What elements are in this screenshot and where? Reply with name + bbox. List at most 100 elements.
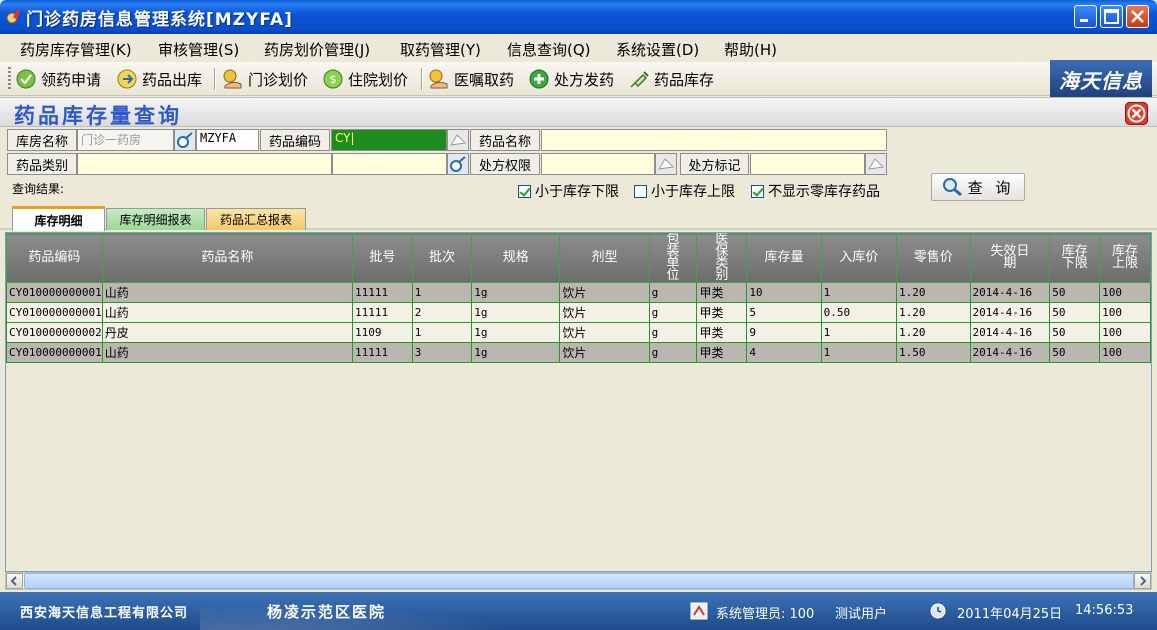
cell-stock-max: 100 — [1099, 282, 1151, 303]
cell-expiry-date: 2014-4-16 — [969, 342, 1051, 363]
checkbox-checked-icon — [751, 184, 764, 198]
menu-stock-management[interactable]: 药房库存管理(K) — [20, 39, 132, 60]
outbound-icon — [117, 69, 137, 89]
title-bar: 门诊药房信息管理系统[MZYFA] — [0, 0, 1157, 34]
hand-coin-icon — [429, 69, 448, 89]
toolbar-inpatient-price-button[interactable]: $ 住院划价 — [322, 66, 408, 92]
col-pack-unit[interactable]: 包装单位 — [648, 233, 698, 283]
col-spec[interactable]: 规格 — [471, 233, 561, 283]
status-bar: 西安海天信息工程有限公司 杨凌示范区医院 系统管理员: 100 测试用户 201… — [0, 592, 1157, 630]
col-batch[interactable]: 批次 — [411, 233, 473, 283]
toolbar: 领药申请 药品出库 门诊划价 $ 住院划价 医嘱取药 处方发药 药品库存 — [0, 62, 1157, 96]
rx-permission-dropdown-icon[interactable] — [655, 153, 677, 175]
tab-stock-detail-report[interactable]: 库存明细报表 — [106, 208, 205, 230]
table-row[interactable]: CY010000000001 山药 11111 1 1g 饮片 g 甲类 10 … — [6, 282, 1151, 303]
col-in-price[interactable]: 入库价 — [820, 233, 898, 283]
cell-insurance-type: 甲类 — [696, 302, 748, 323]
close-button[interactable] — [1126, 5, 1149, 28]
status-time: 14:56:53 — [1075, 603, 1134, 618]
drug-category-code-field[interactable] — [332, 153, 447, 175]
menu-audit[interactable]: 审核管理(S) — [158, 39, 239, 60]
toolbar-inpatient-price-label: 住院划价 — [348, 70, 409, 89]
status-user-name: 测试用户 — [835, 607, 888, 622]
cell-stock-min: 50 — [1049, 322, 1101, 343]
drug-category-lookup-icon[interactable] — [447, 153, 469, 175]
toolbar-outbound-button[interactable]: 药品出库 — [116, 66, 202, 92]
minimize-button[interactable] — [1074, 5, 1097, 28]
table-row[interactable]: CY010000000001 山药 11111 2 1g 饮片 g 甲类 5 0… — [6, 302, 1151, 323]
hide-zero-label: 不显示零库存药品 — [768, 184, 880, 200]
toolbar-order-pickup-button[interactable]: 医嘱取药 — [428, 66, 514, 92]
scroll-right-button[interactable] — [1134, 573, 1151, 589]
company-name: 西安海天信息工程有限公司 — [20, 606, 189, 621]
cell-spec: 1g — [471, 282, 561, 303]
page-header: 药品库存量查询 — [0, 97, 1157, 128]
col-drug-name[interactable]: 药品名称 — [101, 233, 354, 283]
menu-pricing[interactable]: 药房划价管理(J) — [264, 39, 370, 60]
toolbar-separator — [421, 68, 423, 90]
toolbar-stock-button[interactable]: 药品库存 — [628, 66, 714, 92]
toolbar-order-pickup-label: 医嘱取药 — [454, 70, 515, 89]
cell-drug-code: CY010000000001 — [6, 302, 103, 323]
menu-info-query[interactable]: 信息查询(Q) — [507, 39, 591, 60]
rx-mark-dropdown-icon[interactable] — [865, 153, 887, 175]
drug-category-label: 药品类别 — [7, 153, 77, 175]
table-row[interactable]: CY010000000002 丹皮 1109 1 1g 饮片 g 甲类 9 1 … — [6, 322, 1151, 343]
col-dosage-form[interactable]: 剂型 — [559, 233, 650, 283]
checkbox-checked-icon — [518, 184, 531, 198]
cell-batch-no: 11111 — [352, 302, 413, 323]
stock-table[interactable]: 药品编码 药品名称 批号 批次 规格 剂型 包装单位 医保类别 库存量 入库价 … — [5, 232, 1152, 572]
checkbox-unchecked-icon — [634, 184, 647, 198]
cell-pack-unit: g — [648, 282, 698, 303]
cell-stock-qty: 9 — [746, 322, 822, 343]
horizontal-scrollbar[interactable] — [5, 572, 1152, 590]
cell-spec: 1g — [471, 322, 561, 343]
menu-help[interactable]: 帮助(H) — [724, 39, 777, 60]
above-max-checkbox[interactable]: 小于库存上限 — [634, 181, 735, 201]
menu-dispense[interactable]: 取药管理(Y) — [400, 39, 481, 60]
scroll-thumb[interactable] — [24, 573, 1134, 589]
pharmacy-code-field[interactable]: MZYFA — [196, 129, 259, 151]
tab-drug-summary-report[interactable]: 药品汇总报表 — [206, 208, 306, 230]
page-close-icon[interactable] — [1125, 102, 1148, 125]
drug-category-field[interactable] — [77, 153, 332, 175]
col-drug-code[interactable]: 药品编码 — [6, 233, 103, 283]
toolbar-outpatient-price-button[interactable]: 门诊划价 — [222, 66, 308, 92]
col-stock-min[interactable]: 库存下限 — [1049, 233, 1101, 283]
clock-icon — [930, 603, 946, 619]
col-batch-no[interactable]: 批号 — [352, 233, 413, 283]
company-logo: 海天信息 — [1050, 60, 1152, 98]
above-max-label: 小于库存上限 — [651, 184, 735, 200]
tab-stock-detail[interactable]: 库存明细 — [12, 206, 105, 231]
cell-stock-min: 50 — [1049, 302, 1101, 323]
arrow-right-icon — [1140, 576, 1147, 586]
rx-permission-field[interactable] — [541, 153, 655, 175]
status-user: 系统管理员: 100 — [716, 607, 815, 622]
cell-expiry-date: 2014-4-16 — [969, 322, 1051, 343]
col-insurance-type[interactable]: 医保类别 — [696, 233, 748, 283]
pharmacy-lookup-icon[interactable] — [174, 129, 196, 151]
cell-dosage-form: 饮片 — [559, 342, 650, 363]
pharmacy-name-field[interactable]: 门诊一药房 — [77, 129, 174, 151]
col-stock-max[interactable]: 库存上限 — [1099, 233, 1151, 283]
maximize-button[interactable] — [1100, 5, 1123, 28]
scroll-left-button[interactable] — [6, 573, 23, 589]
drug-code-field[interactable]: CY| — [331, 129, 447, 151]
inpatient-icon: $ — [323, 69, 343, 89]
col-retail-price[interactable]: 零售价 — [896, 233, 971, 283]
toolbar-prescription-dispense-button[interactable]: 处方发药 — [528, 66, 614, 92]
table-row[interactable]: CY010000000001 山药 11111 3 1g 饮片 g 甲类 4 1… — [6, 342, 1151, 363]
window-title: 门诊药房信息管理系统[MZYFA] — [26, 10, 293, 30]
rx-mark-field[interactable] — [750, 153, 865, 175]
toolbar-request-button[interactable]: 领药申请 — [15, 66, 101, 92]
drug-name-field[interactable] — [541, 129, 887, 151]
cell-expiry-date: 2014-4-16 — [969, 282, 1051, 303]
hide-zero-checkbox[interactable]: 不显示零库存药品 — [751, 181, 880, 201]
col-stock-qty[interactable]: 库存量 — [746, 233, 822, 283]
below-min-checkbox[interactable]: 小于库存下限 — [518, 181, 619, 201]
cell-batch: 1 — [411, 322, 473, 343]
col-expiry-date[interactable]: 失效日期 — [969, 233, 1051, 283]
menu-settings[interactable]: 系统设置(D) — [616, 39, 699, 60]
query-button[interactable]: 查 询 — [931, 173, 1025, 201]
drug-code-lookup-icon[interactable] — [447, 129, 469, 151]
